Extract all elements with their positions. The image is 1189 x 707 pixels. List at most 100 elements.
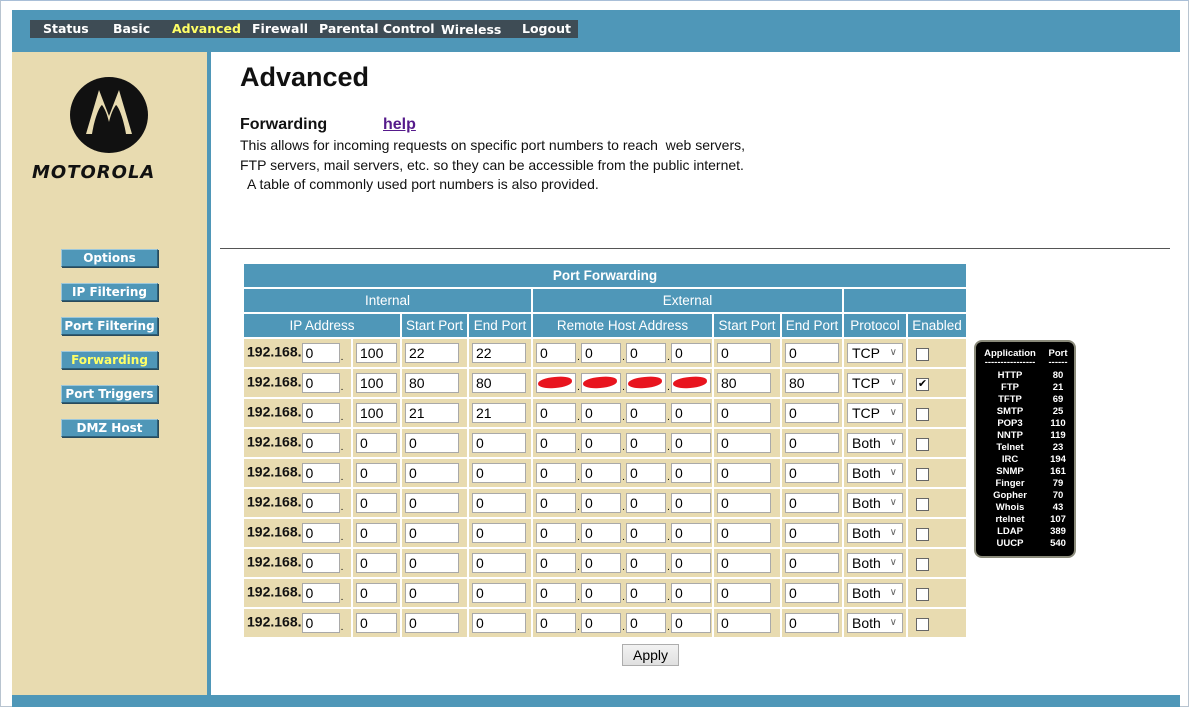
ext-start-port-input[interactable] [717,613,771,633]
enabled-checkbox[interactable] [916,347,929,361]
nav-firewall[interactable]: Firewall [252,21,308,36]
protocol-select[interactable]: Both ∨ [847,463,903,483]
remote-host-octet-input[interactable] [671,403,711,423]
remote-host-octet-input[interactable] [671,553,711,573]
remote-host-octet-input[interactable] [581,373,621,393]
ext-end-port-input[interactable] [785,613,839,633]
end-port-input[interactable] [472,433,526,453]
remote-host-octet-input[interactable] [626,343,666,363]
ext-start-port-input[interactable] [717,493,771,513]
ext-end-port-input[interactable] [785,403,839,423]
start-port-input[interactable] [405,493,459,513]
protocol-select[interactable]: Both ∨ [847,583,903,603]
ext-start-port-input[interactable] [717,343,771,363]
start-port-input[interactable] [405,553,459,573]
ip-octet-3-input[interactable] [301,373,340,393]
remote-host-octet-input[interactable] [536,343,576,363]
sidebar-item-port-triggers[interactable]: Port Triggers [61,385,158,403]
ext-end-port-input[interactable] [785,523,839,543]
end-port-input[interactable] [472,553,526,573]
ip-octet-3-input[interactable] [301,493,340,513]
nav-wireless[interactable]: Wireless [441,22,501,37]
remote-host-octet-input[interactable] [671,433,711,453]
protocol-select[interactable]: Both ∨ [847,493,903,513]
sidebar-item-options[interactable]: Options [61,249,158,267]
remote-host-octet-input[interactable] [671,493,711,513]
end-port-input[interactable] [472,373,526,393]
end-port-input[interactable] [472,583,526,603]
remote-host-octet-input[interactable] [671,373,711,393]
remote-host-octet-input[interactable] [536,613,576,633]
sidebar-item-port-filtering[interactable]: Port Filtering [61,317,158,335]
ip-octet-4-input[interactable] [356,613,397,633]
ip-octet-4-input[interactable] [356,493,397,513]
ext-end-port-input[interactable] [785,493,839,513]
enabled-checkbox[interactable] [916,617,929,631]
enabled-checkbox[interactable] [916,557,929,571]
remote-host-octet-input[interactable] [626,373,666,393]
apply-button[interactable]: Apply [622,644,679,666]
remote-host-octet-input[interactable] [671,613,711,633]
nav-basic[interactable]: Basic [113,21,150,36]
protocol-select[interactable]: TCP ∨ [847,373,903,393]
remote-host-octet-input[interactable] [581,343,621,363]
remote-host-octet-input[interactable] [626,493,666,513]
nav-status[interactable]: Status [43,21,89,36]
start-port-input[interactable] [405,613,459,633]
remote-host-octet-input[interactable] [536,493,576,513]
remote-host-octet-input[interactable] [581,433,621,453]
enabled-checkbox[interactable] [916,437,929,451]
ext-start-port-input[interactable] [717,553,771,573]
ip-octet-4-input[interactable] [356,433,397,453]
remote-host-octet-input[interactable] [671,343,711,363]
ext-start-port-input[interactable] [717,403,771,423]
nav-logout[interactable]: Logout [522,21,571,36]
end-port-input[interactable] [472,463,526,483]
remote-host-octet-input[interactable] [626,433,666,453]
enabled-checkbox[interactable]: ✔ [916,377,929,391]
remote-host-octet-input[interactable] [626,613,666,633]
nav-parental-control[interactable]: Parental Control [319,21,435,36]
sidebar-item-ip-filtering[interactable]: IP Filtering [61,283,158,301]
ext-start-port-input[interactable] [717,523,771,543]
start-port-input[interactable] [405,373,459,393]
ext-end-port-input[interactable] [785,433,839,453]
start-port-input[interactable] [405,403,459,423]
start-port-input[interactable] [405,463,459,483]
end-port-input[interactable] [472,403,526,423]
remote-host-octet-input[interactable] [626,553,666,573]
ext-start-port-input[interactable] [717,583,771,603]
ip-octet-3-input[interactable] [301,583,340,603]
ext-start-port-input[interactable] [717,433,771,453]
sidebar-item-forwarding[interactable]: Forwarding [61,351,158,369]
ext-start-port-input[interactable] [717,463,771,483]
remote-host-octet-input[interactable] [536,553,576,573]
enabled-checkbox[interactable] [916,587,929,601]
ip-octet-4-input[interactable] [356,373,397,393]
end-port-input[interactable] [472,493,526,513]
ip-octet-3-input[interactable] [301,433,340,453]
ip-octet-3-input[interactable] [301,523,340,543]
protocol-select[interactable]: TCP ∨ [847,403,903,423]
ext-end-port-input[interactable] [785,463,839,483]
remote-host-octet-input[interactable] [581,583,621,603]
remote-host-octet-input[interactable] [536,583,576,603]
ip-octet-3-input[interactable] [301,553,340,573]
help-link[interactable]: help [383,116,416,134]
remote-host-octet-input[interactable] [671,583,711,603]
ext-end-port-input[interactable] [785,373,839,393]
enabled-checkbox[interactable] [916,467,929,481]
remote-host-octet-input[interactable] [536,403,576,423]
end-port-input[interactable] [472,613,526,633]
ip-octet-4-input[interactable] [356,583,397,603]
remote-host-octet-input[interactable] [581,523,621,543]
start-port-input[interactable] [405,523,459,543]
remote-host-octet-input[interactable] [581,403,621,423]
protocol-select[interactable]: Both ∨ [847,523,903,543]
ip-octet-4-input[interactable] [356,463,397,483]
remote-host-octet-input[interactable] [626,583,666,603]
remote-host-octet-input[interactable] [626,523,666,543]
remote-host-octet-input[interactable] [626,403,666,423]
start-port-input[interactable] [405,583,459,603]
remote-host-octet-input[interactable] [671,523,711,543]
